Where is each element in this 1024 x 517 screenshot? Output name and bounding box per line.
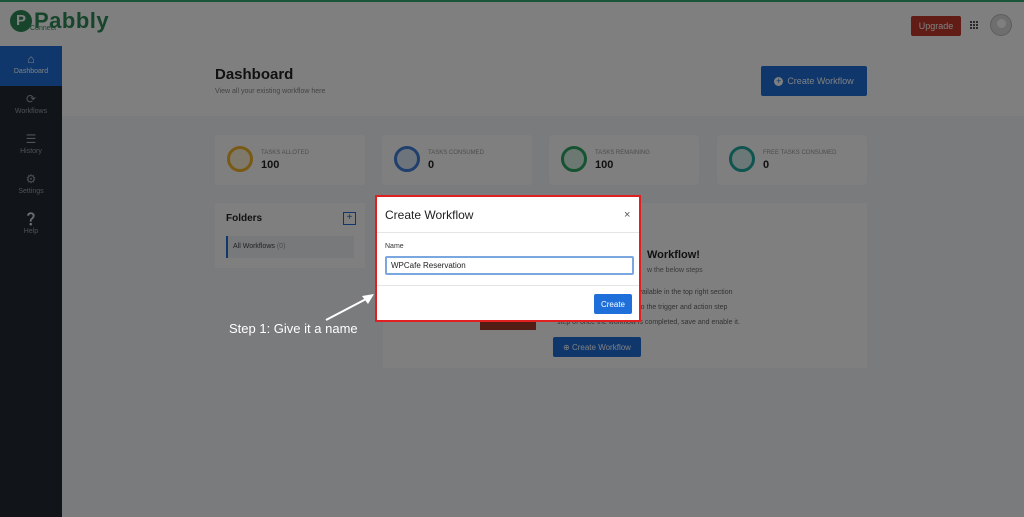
close-icon[interactable]: × — [624, 209, 630, 221]
name-label: Name — [385, 243, 404, 250]
modal-title: Create Workflow — [385, 208, 474, 222]
modal-create-button[interactable]: Create — [594, 294, 632, 314]
annotation-step-label: Step 1: Give it a name — [229, 321, 358, 336]
arrow-icon — [325, 294, 374, 321]
divider — [377, 232, 639, 233]
divider — [377, 285, 639, 286]
create-workflow-modal: Create Workflow × Name Create — [375, 195, 641, 322]
workflow-name-input[interactable] — [385, 256, 634, 275]
